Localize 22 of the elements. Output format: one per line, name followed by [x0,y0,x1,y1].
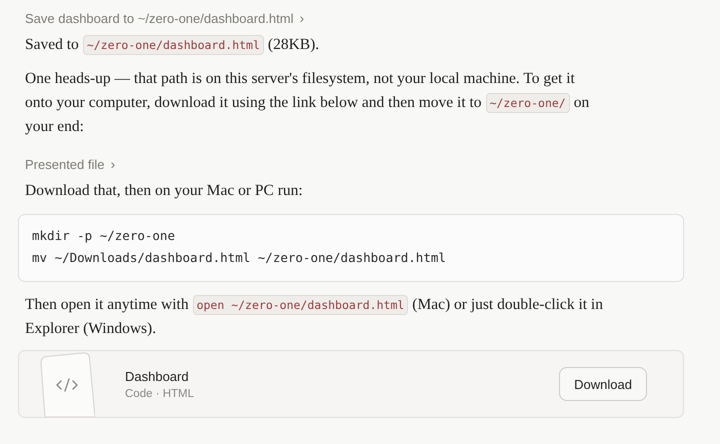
paragraph-text: Download that, then on your Mac or PC run: [25,181,303,201]
chevron-icon[interactable]: › [110,156,116,172]
code-line: mkdir -p ~/zero-one [32,227,176,245]
file-name: Dashboard [125,368,190,384]
inline-code: open ~/zero-one/dashboard.html [192,295,408,315]
file-type: Code · HTML [125,388,196,400]
code-line: mv ~/Downloads/dashboard.html ~/zero-one/dashboard.html [32,249,447,267]
step-label[interactable]: Save dashboard to ~/zero-one/dashboard.html [25,10,294,26]
paragraph-text: (Mac) or just double-click it in [412,295,603,315]
inline-code: ~/zero-one/ [486,93,570,113]
paragraph-text: One heads-up — that path is on this server's filesystem, not your local machine. To get it [25,69,575,89]
paragraph-text: Then open it anytime with [25,295,189,315]
paragraph-text: Explorer (Windows). [25,319,156,339]
step-label[interactable]: Presented file [25,156,104,172]
paragraph-text: Saved to [25,35,79,55]
paragraph-text: on [574,93,590,113]
paragraph-text: onto your computer, download it using the link below and then move it to [25,93,482,113]
paragraph-text: (28KB). [268,35,320,55]
paragraph-text: your end: [25,117,84,137]
download-button[interactable]: Download [559,367,647,401]
chevron-icon[interactable]: › [299,10,304,26]
inline-code: ~/zero-one/dashboard.html [82,35,264,55]
